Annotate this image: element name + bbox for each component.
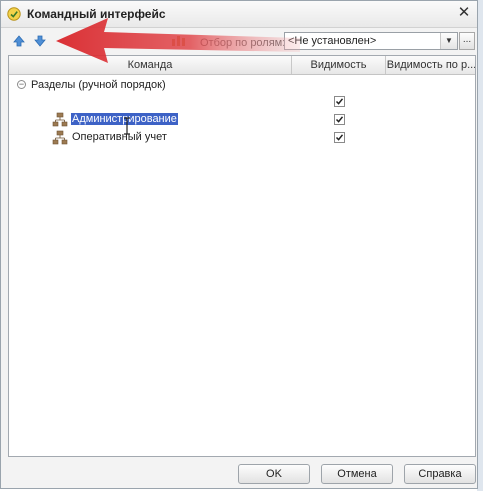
cancel-button[interactable]: Отмена <box>321 464 393 484</box>
chevron-down-icon[interactable]: ▼ <box>440 33 457 49</box>
row-label: Оперативный учет <box>72 131 167 143</box>
visibility-checkbox[interactable] <box>334 132 345 143</box>
toolbar: Отбор по ролям: <Не установлен> ▼ ... <box>1 28 477 54</box>
arrow-down-icon <box>34 35 46 47</box>
window-title: Командный интерфейс <box>27 7 166 21</box>
dialog-window: Командный интерфейс ✕ Отбор по ролям: <Н… <box>0 0 478 489</box>
close-button[interactable]: ✕ <box>455 4 473 22</box>
role-filter-select[interactable]: <Не установлен> ▼ <box>284 32 458 50</box>
column-header-visibility[interactable]: Видимость <box>292 56 386 74</box>
table-row-visibility <box>9 93 475 111</box>
table-row[interactable]: − Разделы (ручной порядок) <box>9 76 475 94</box>
column-header-visibility-by-role[interactable]: Видимость по р... <box>386 56 475 74</box>
visibility-checkbox[interactable] <box>334 96 345 107</box>
collapse-icon[interactable]: − <box>17 80 26 89</box>
help-button[interactable]: Справка <box>404 464 476 484</box>
arrow-up-icon <box>13 35 25 47</box>
title-bar: Командный интерфейс ✕ <box>1 1 477 28</box>
table-row[interactable]: Администрирование <box>9 111 475 129</box>
role-filter-value: <Не установлен> <box>288 35 377 47</box>
visibility-checkbox[interactable] <box>334 114 345 125</box>
checkmark-icon <box>335 98 344 105</box>
table-header: Команда Видимость Видимость по р... <box>9 56 475 75</box>
command-table: Команда Видимость Видимость по р... − Ра… <box>8 55 476 457</box>
row-label: Разделы (ручной порядок) <box>31 79 166 91</box>
checkmark-icon <box>335 134 344 141</box>
dialog-footer: OK Отмена Справка <box>1 459 477 489</box>
role-filter-label: Отбор по ролям: <box>200 37 286 49</box>
app-logo-icon <box>7 7 21 21</box>
subsystem-icon <box>52 112 68 127</box>
role-select-ellipsis-button[interactable]: ... <box>459 32 475 50</box>
role-filter-icon <box>172 36 185 46</box>
checkmark-icon <box>335 116 344 123</box>
move-down-button[interactable] <box>31 32 49 50</box>
text-cursor-icon <box>124 117 130 135</box>
move-up-button[interactable] <box>10 32 28 50</box>
table-row[interactable]: Оперативный учет <box>9 129 475 147</box>
subsystem-icon <box>52 130 68 145</box>
ok-button[interactable]: OK <box>238 464 310 484</box>
column-header-command[interactable]: Команда <box>9 56 292 74</box>
